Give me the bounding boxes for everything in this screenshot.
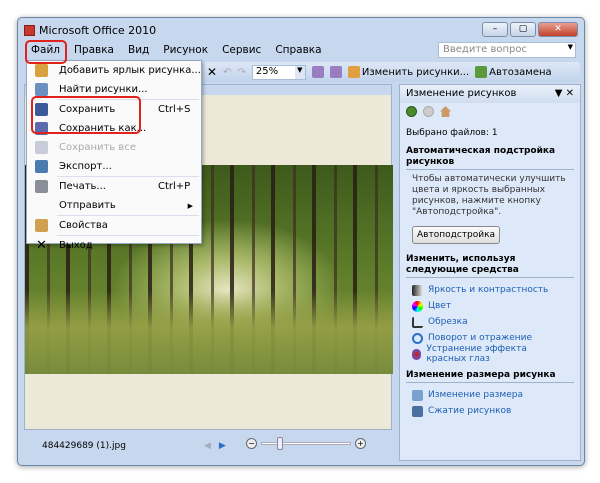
- auto-description: Чтобы автоматически улучшить цвета и ярк…: [412, 174, 566, 217]
- rotate-icon: [412, 332, 423, 344]
- menu-help[interactable]: Справка: [268, 42, 328, 60]
- edit-pictures-label: Изменить рисунки...: [361, 66, 470, 78]
- menu-item-label: Свойства: [59, 220, 108, 231]
- next-icon[interactable]: ▶: [219, 441, 226, 451]
- link-label: Обрезка: [428, 317, 468, 327]
- highlight-file-menu: [25, 40, 67, 64]
- title-bar: Microsoft Office 2010: [24, 24, 156, 37]
- compress-icon: [412, 405, 423, 417]
- exit-icon: ✕: [36, 238, 47, 253]
- file-name: 484429689 (1).jpg: [42, 441, 126, 451]
- prev-icon[interactable]: ◀: [204, 441, 211, 451]
- redo-icon[interactable]: ↷: [237, 67, 245, 78]
- delete-icon[interactable]: ✕: [207, 65, 217, 79]
- link-crop[interactable]: Обрезка: [400, 314, 580, 330]
- brightness-icon: [412, 284, 423, 296]
- auto-correct-button[interactable]: Автоподстройка: [412, 226, 501, 244]
- print-icon: [35, 180, 48, 193]
- export-icon: [35, 160, 48, 173]
- menu-item-print[interactable]: Печать... Ctrl+P: [27, 177, 201, 196]
- zoom-slider[interactable]: [261, 437, 351, 450]
- rotate-left-icon[interactable]: [311, 66, 324, 78]
- menu-item-label: Отправить: [59, 200, 116, 211]
- submenu-arrow-icon: ▶: [187, 201, 193, 210]
- file-menu: Добавить ярлык рисунка... Найти рисунки.…: [26, 60, 202, 252]
- rotate-right-icon[interactable]: [329, 66, 342, 78]
- menu-item-properties[interactable]: Свойства: [27, 216, 201, 235]
- zoom-value: 25%: [255, 65, 279, 77]
- link-label: Устранение эффекта красных глаз: [426, 344, 527, 364]
- menu-item-label: Печать...: [59, 181, 106, 192]
- shortcut: Ctrl+S: [158, 104, 191, 115]
- app-icon: [24, 25, 35, 36]
- menu-item-label: Сохранить все: [59, 142, 136, 153]
- menu-item-label: Экспорт...: [59, 161, 112, 172]
- highlight-save-items: [31, 96, 141, 134]
- menu-item-label: Добавить ярлык рисунка...: [59, 65, 201, 76]
- ask-question-input[interactable]: Введите вопрос ▼: [438, 42, 576, 58]
- menu-item-label: Найти рисунки...: [59, 84, 148, 95]
- undo-icon[interactable]: ↶: [223, 67, 231, 78]
- menu-item-send[interactable]: Отправить ▶: [27, 196, 201, 215]
- link-brightness[interactable]: Яркость и контрастность: [400, 282, 580, 298]
- autocorrect-label: Автозамена: [489, 66, 552, 78]
- menu-picture[interactable]: Рисунок: [156, 42, 215, 60]
- edit-pictures-icon: [347, 66, 360, 78]
- section-auto: Автоматическая подстройка рисунков: [406, 146, 574, 170]
- home-icon[interactable]: [440, 106, 451, 117]
- pane-menu-icon[interactable]: ▼: [555, 88, 563, 99]
- autocorrect-icon: [475, 66, 488, 78]
- red-eye-icon: [412, 348, 422, 360]
- zoom-in-icon[interactable]: +: [355, 438, 366, 449]
- link-resize[interactable]: Изменение размера: [400, 387, 580, 403]
- link-label: Поворот и отражение: [428, 333, 533, 343]
- selected-count: Выбрано файлов: 1: [406, 128, 498, 138]
- add-shortcut-icon: [35, 64, 48, 77]
- autocorrect-button[interactable]: Автозамена: [475, 66, 552, 78]
- menu-view[interactable]: Вид: [121, 42, 156, 60]
- toolbar: ✕ ↶ ↷ 25% ▼ Изменить рисунки... Автозамен…: [203, 62, 580, 82]
- back-icon[interactable]: [406, 106, 417, 117]
- zoom-out-icon[interactable]: −: [246, 438, 257, 449]
- menu-item-exit[interactable]: ✕ Выход: [27, 236, 201, 255]
- menu-item-label: Выход: [59, 240, 93, 251]
- menu-bar: Файл Правка Вид Рисунок Сервис Справка: [24, 42, 329, 60]
- zoom-select[interactable]: 25% ▼: [251, 64, 306, 80]
- section-tools: Изменить, используя следующие средства: [406, 254, 574, 278]
- link-color[interactable]: Цвет: [400, 298, 580, 314]
- menu-item-export[interactable]: Экспорт...: [27, 157, 201, 176]
- zoom-slider-thumb[interactable]: [277, 437, 283, 450]
- menu-tools[interactable]: Сервис: [215, 42, 268, 60]
- minimize-button[interactable]: –: [482, 22, 508, 37]
- properties-icon: [35, 219, 48, 232]
- save-all-icon: [35, 141, 48, 154]
- edit-pictures-button[interactable]: Изменить рисунки...: [347, 66, 470, 78]
- link-label: Изменение размера: [428, 390, 523, 400]
- pane-close-icon[interactable]: ✕: [566, 88, 574, 99]
- maximize-button[interactable]: ▢: [510, 22, 536, 37]
- close-button[interactable]: ✕: [538, 22, 578, 37]
- status-bar: 484429689 (1).jpg ◀ ▶ − +: [24, 432, 392, 460]
- link-label: Яркость и контрастность: [428, 285, 549, 295]
- color-wheel-icon: [412, 300, 423, 312]
- pane-title: Изменение рисунков: [406, 88, 517, 99]
- link-label: Сжатие рисунков: [428, 406, 512, 416]
- menu-edit[interactable]: Правка: [67, 42, 121, 60]
- link-label: Цвет: [428, 301, 452, 311]
- task-pane: Изменение рисунков ▼ ✕ Выбрано файлов: 1 …: [399, 84, 581, 461]
- resize-icon: [412, 389, 423, 401]
- chevron-down-icon[interactable]: ▼: [568, 43, 573, 51]
- find-pictures-icon: [35, 83, 48, 96]
- window-title: Microsoft Office 2010: [39, 24, 157, 37]
- crop-icon: [412, 316, 423, 328]
- menu-item-save-all[interactable]: Сохранить все: [27, 138, 201, 157]
- ask-placeholder: Введите вопрос: [443, 44, 527, 55]
- chevron-down-icon[interactable]: ▼: [294, 65, 305, 79]
- section-resize: Изменение размера рисунка: [406, 370, 574, 383]
- shortcut: Ctrl+P: [158, 181, 191, 192]
- link-redeye[interactable]: Устранение эффекта красных глаз: [400, 344, 580, 364]
- forward-icon[interactable]: [423, 106, 434, 117]
- link-compress[interactable]: Сжатие рисунков: [400, 403, 580, 419]
